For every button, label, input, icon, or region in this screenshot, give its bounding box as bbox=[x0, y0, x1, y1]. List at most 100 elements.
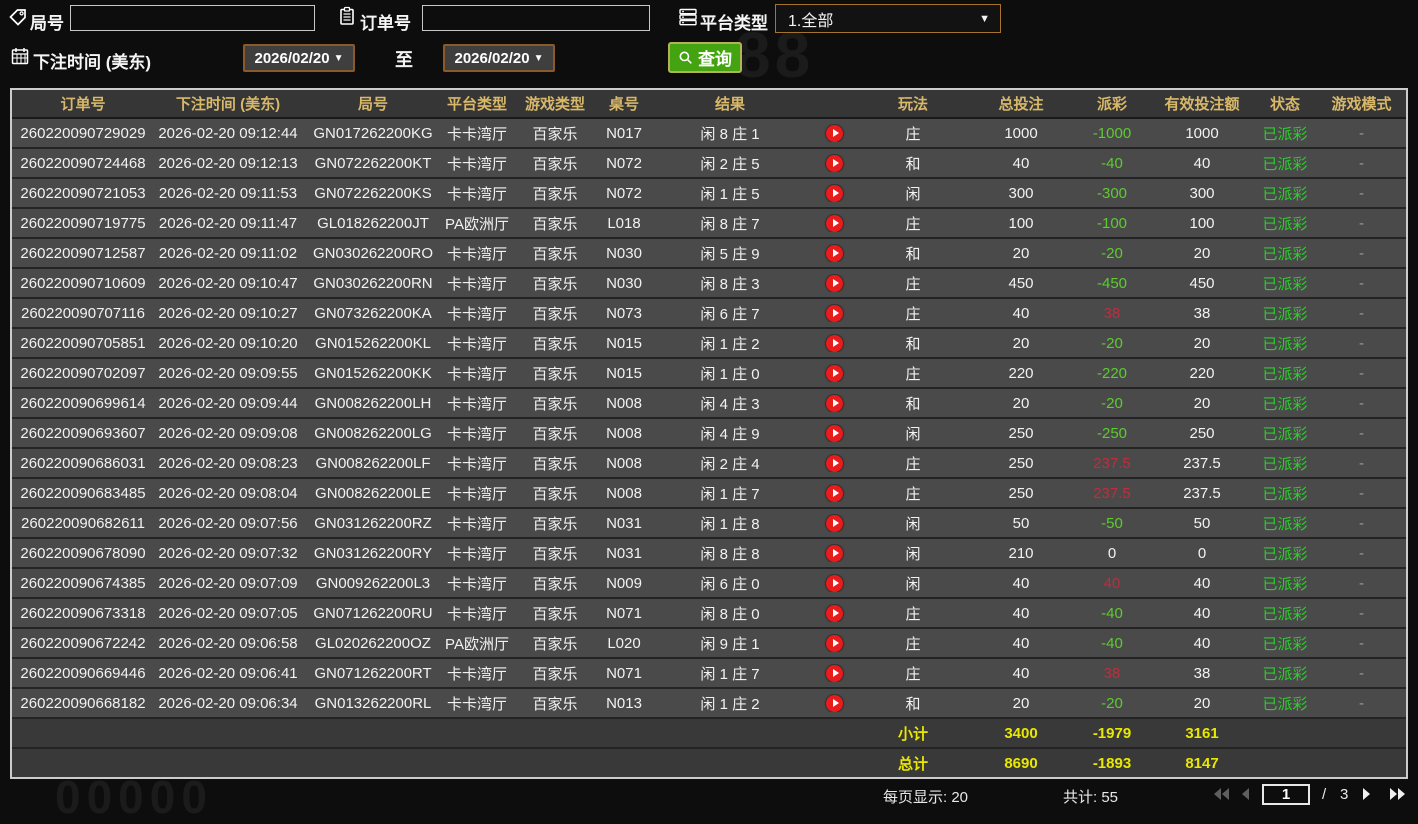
date-to-picker[interactable]: 2026/02/20 ▼ bbox=[443, 44, 555, 72]
replay-button[interactable] bbox=[812, 184, 857, 202]
replay-button[interactable] bbox=[812, 364, 857, 382]
first-page-icon[interactable] bbox=[1213, 787, 1231, 801]
replay-button[interactable] bbox=[812, 154, 857, 172]
cell-table-no: N015 bbox=[606, 364, 642, 382]
replay-button[interactable] bbox=[812, 484, 857, 502]
prev-page-icon[interactable] bbox=[1240, 787, 1250, 801]
platform-type-label: 平台类型 bbox=[700, 14, 768, 33]
cell-game-mode: - bbox=[1359, 304, 1364, 322]
date-from-picker[interactable]: 2026/02/20 ▼ bbox=[243, 44, 355, 72]
play-icon[interactable] bbox=[826, 604, 843, 622]
play-icon[interactable] bbox=[826, 634, 843, 652]
cell-order-no: 260220090686031 bbox=[20, 454, 146, 472]
replay-button[interactable] bbox=[812, 544, 857, 562]
cell-game-no: GN015262200KL bbox=[315, 334, 431, 352]
cell-game-mode: - bbox=[1359, 214, 1364, 232]
cell-payout: -20 bbox=[1101, 244, 1123, 262]
play-icon[interactable] bbox=[826, 694, 843, 712]
cell-total-bet: 20 bbox=[1012, 694, 1030, 712]
play-icon[interactable] bbox=[826, 214, 843, 232]
cell-table-no: N015 bbox=[606, 334, 642, 352]
cell-game-type: 百家乐 bbox=[532, 545, 578, 563]
replay-button[interactable] bbox=[812, 334, 857, 352]
cell-bet-type: 庄 bbox=[905, 635, 921, 653]
platform-type-select[interactable]: 1.全部 ▼ bbox=[775, 4, 1001, 33]
search-button[interactable]: 查询 bbox=[668, 42, 742, 73]
replay-button[interactable] bbox=[812, 244, 857, 262]
platform-selected-value: 1.全部 bbox=[788, 12, 834, 30]
cell-valid-bet: 0 bbox=[1197, 544, 1207, 562]
cell-table-no: N030 bbox=[606, 244, 642, 262]
cell-payout: -20 bbox=[1101, 694, 1123, 712]
cell-game-no: GN009262200L3 bbox=[315, 574, 431, 592]
cell-total-bet: 300 bbox=[1008, 184, 1034, 202]
replay-button[interactable] bbox=[812, 124, 857, 142]
date-range-to-label: 至 bbox=[395, 50, 413, 70]
play-icon[interactable] bbox=[826, 124, 843, 142]
replay-button[interactable] bbox=[812, 574, 857, 592]
play-icon[interactable] bbox=[826, 544, 843, 562]
table-row: 260220090705851 2026-02-20 09:10:20 GN0152… bbox=[12, 329, 1406, 359]
replay-button[interactable] bbox=[812, 634, 857, 652]
cell-valid-bet: 50 bbox=[1193, 514, 1211, 532]
replay-button[interactable] bbox=[812, 514, 857, 532]
cell-game-mode: - bbox=[1359, 574, 1364, 592]
cell-platform: 卡卡湾厅 bbox=[446, 185, 507, 203]
replay-button[interactable] bbox=[812, 304, 857, 322]
cell-payout: 40 bbox=[1103, 574, 1121, 592]
play-icon[interactable] bbox=[826, 274, 843, 292]
next-page-icon[interactable] bbox=[1362, 787, 1372, 801]
replay-button[interactable] bbox=[812, 394, 857, 412]
cell-bet-type: 和 bbox=[905, 335, 921, 353]
replay-button[interactable] bbox=[812, 604, 857, 622]
play-icon[interactable] bbox=[826, 454, 843, 472]
replay-button[interactable] bbox=[812, 424, 857, 442]
game-no-input[interactable] bbox=[70, 5, 315, 31]
cell-bet-time: 2026-02-20 09:06:34 bbox=[158, 694, 298, 712]
cell-payout: -300 bbox=[1096, 184, 1128, 202]
cell-valid-bet: 20 bbox=[1193, 394, 1211, 412]
cell-order-no: 260220090683485 bbox=[20, 484, 146, 502]
cell-status: 已派彩 bbox=[1262, 335, 1308, 353]
replay-button[interactable] bbox=[812, 214, 857, 232]
cell-platform: 卡卡湾厅 bbox=[446, 305, 507, 323]
cell-game-no: GN008262200LG bbox=[314, 424, 432, 442]
play-icon[interactable] bbox=[826, 304, 843, 322]
play-icon[interactable] bbox=[826, 484, 843, 502]
cell-order-no: 260220090668182 bbox=[20, 694, 146, 712]
page-separator: / bbox=[1322, 786, 1327, 803]
cell-table-no: N008 bbox=[606, 424, 642, 442]
cell-valid-bet: 40 bbox=[1193, 604, 1211, 622]
cell-bet-type: 庄 bbox=[905, 215, 921, 233]
play-icon[interactable] bbox=[826, 184, 843, 202]
play-icon[interactable] bbox=[826, 424, 843, 442]
play-icon[interactable] bbox=[826, 514, 843, 532]
replay-button[interactable] bbox=[812, 664, 857, 682]
replay-button[interactable] bbox=[812, 454, 857, 472]
last-page-icon[interactable] bbox=[1388, 787, 1406, 801]
cell-bet-type: 闲 bbox=[905, 575, 921, 593]
cell-result: 闲 5 庄 9 bbox=[700, 245, 760, 263]
cell-status: 已派彩 bbox=[1262, 635, 1308, 653]
order-no-label: 订单号 bbox=[360, 14, 411, 33]
play-icon[interactable] bbox=[826, 394, 843, 412]
column-header: 游戏模式 bbox=[1331, 96, 1392, 113]
cell-platform: 卡卡湾厅 bbox=[446, 455, 507, 473]
play-icon[interactable] bbox=[826, 154, 843, 172]
order-no-input[interactable] bbox=[422, 5, 650, 31]
cell-order-no: 260220090712587 bbox=[20, 244, 146, 262]
play-icon[interactable] bbox=[826, 244, 843, 262]
replay-button[interactable] bbox=[812, 694, 857, 712]
table-row: 260220090719775 2026-02-20 09:11:47 GL0182… bbox=[12, 209, 1406, 239]
play-icon[interactable] bbox=[826, 574, 843, 592]
play-icon[interactable] bbox=[826, 664, 843, 682]
cell-result: 闲 8 庄 1 bbox=[700, 125, 760, 143]
cell-game-type: 百家乐 bbox=[532, 425, 578, 443]
current-page-input[interactable] bbox=[1262, 784, 1310, 805]
play-icon[interactable] bbox=[826, 334, 843, 352]
play-icon[interactable] bbox=[826, 364, 843, 382]
cell-total-bet: 210 bbox=[1008, 544, 1034, 562]
cell-result: 闲 1 庄 0 bbox=[700, 365, 760, 383]
replay-button[interactable] bbox=[812, 274, 857, 292]
cell-status: 已派彩 bbox=[1262, 305, 1308, 323]
